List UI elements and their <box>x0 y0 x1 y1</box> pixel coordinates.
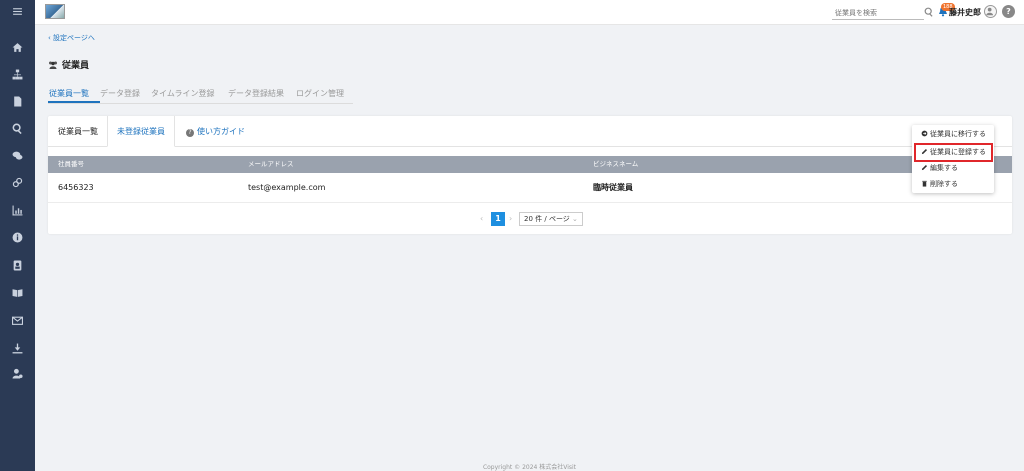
question-icon: ? <box>186 129 194 137</box>
page-size-select[interactable]: 20 件 / ページ ⌄ <box>519 212 583 226</box>
book-icon[interactable] <box>0 281 35 303</box>
subtab-unregistered-employees[interactable]: 未登録従業員 <box>107 116 175 147</box>
menu-item-label: 編集する <box>930 164 958 172</box>
menu-item-label: 従業員に移行する <box>930 130 986 138</box>
mail-icon[interactable] <box>0 309 35 331</box>
link-icon[interactable] <box>0 171 35 193</box>
column-header-email[interactable]: メールアドレス <box>248 156 294 173</box>
employee-search-input[interactable] <box>832 6 924 20</box>
cell-business-name: 臨時従業員 <box>593 183 633 192</box>
prev-page-icon[interactable]: ‹ <box>480 214 483 223</box>
user-settings-icon[interactable] <box>0 362 35 384</box>
menu-item-label: 削除する <box>930 180 958 188</box>
avatar[interactable] <box>984 5 997 18</box>
cell-employee-id: 6456323 <box>58 183 94 192</box>
tab-login-management[interactable]: ログイン管理 <box>296 88 344 99</box>
home-icon[interactable] <box>0 36 35 58</box>
help-icon[interactable]: ? <box>1002 5 1015 18</box>
cell-email: test@example.com <box>248 183 326 192</box>
column-header-employee-id[interactable]: 社員番号 <box>58 156 84 173</box>
usage-guide-label: 使い方ガイド <box>197 127 245 136</box>
current-page-button[interactable]: 1 <box>491 212 505 226</box>
info-icon[interactable] <box>0 226 35 248</box>
subtab-usage-guide[interactable]: ? 使い方ガイド <box>186 116 245 147</box>
table-header: 社員番号 メールアドレス ビジネスネーム <box>48 156 1012 173</box>
page-title: 従業員 <box>48 58 89 71</box>
row-action-menu: 従業員に移行する 従業員に登録する 編集する 削除する <box>912 125 994 193</box>
subtab-employee-list[interactable]: 従業員一覧 <box>58 116 98 147</box>
menu-item-delete[interactable]: 削除する <box>912 177 994 192</box>
page-title-text: 従業員 <box>62 61 90 71</box>
tab-employee-list[interactable]: 従業員一覧 <box>49 88 89 99</box>
chevron-down-icon: ⌄ <box>572 215 578 223</box>
back-link-label: 設定ページへ <box>53 34 95 42</box>
chat-icon[interactable] <box>0 144 35 166</box>
tab-timeline-registration[interactable]: タイムライン登録 <box>151 88 214 99</box>
menu-item-move-to-employee[interactable]: 従業員に移行する <box>912 127 994 142</box>
menu-item-edit[interactable]: 編集する <box>912 161 994 176</box>
sub-tabs: 従業員一覧 未登録従業員 ? 使い方ガイド <box>48 116 1012 147</box>
page-size-value: 20 件 / ページ <box>524 215 570 223</box>
employees-icon <box>49 61 57 69</box>
top-header: 188 藤井史郎 ? <box>35 0 1024 25</box>
column-header-business-name[interactable]: ビジネスネーム <box>593 156 638 173</box>
chart-icon[interactable] <box>0 199 35 221</box>
menu-item-register-employee[interactable]: 従業員に登録する <box>914 143 993 162</box>
company-logo[interactable] <box>45 4 65 19</box>
tab-data-registration-results[interactable]: データ登録結果 <box>228 88 284 99</box>
back-to-settings-link[interactable]: ‹ 設定ページへ <box>48 33 95 43</box>
org-chart-icon[interactable] <box>0 63 35 85</box>
menu-icon[interactable] <box>0 0 35 22</box>
pencil-icon <box>921 164 928 171</box>
active-tab-indicator <box>48 101 100 103</box>
employee-card: 従業員一覧 未登録従業員 ? 使い方ガイド 社員番号 メールアドレス ビジネスネー… <box>48 116 1012 234</box>
sidebar <box>0 0 35 471</box>
next-page-icon[interactable]: › <box>509 214 512 223</box>
download-icon[interactable] <box>0 337 35 359</box>
pencil-icon <box>921 148 928 155</box>
contacts-icon[interactable] <box>0 254 35 276</box>
search-icon[interactable] <box>924 7 934 17</box>
main-tabs: 従業員一覧 データ登録 タイムライン登録 データ登録結果 ログイン管理 <box>48 87 353 104</box>
table-row[interactable]: 6456323 test@example.com 臨時従業員 <box>48 173 1012 203</box>
move-icon <box>921 130 928 137</box>
tab-data-registration[interactable]: データ登録 <box>100 88 140 99</box>
document-icon[interactable] <box>0 90 35 112</box>
user-name[interactable]: 藤井史郎 <box>949 7 981 18</box>
trash-icon <box>922 180 927 187</box>
menu-item-label: 従業員に登録する <box>930 148 986 156</box>
search-icon[interactable] <box>0 117 35 139</box>
footer: Copyright © 2024 株式会社Visit <box>482 464 577 471</box>
